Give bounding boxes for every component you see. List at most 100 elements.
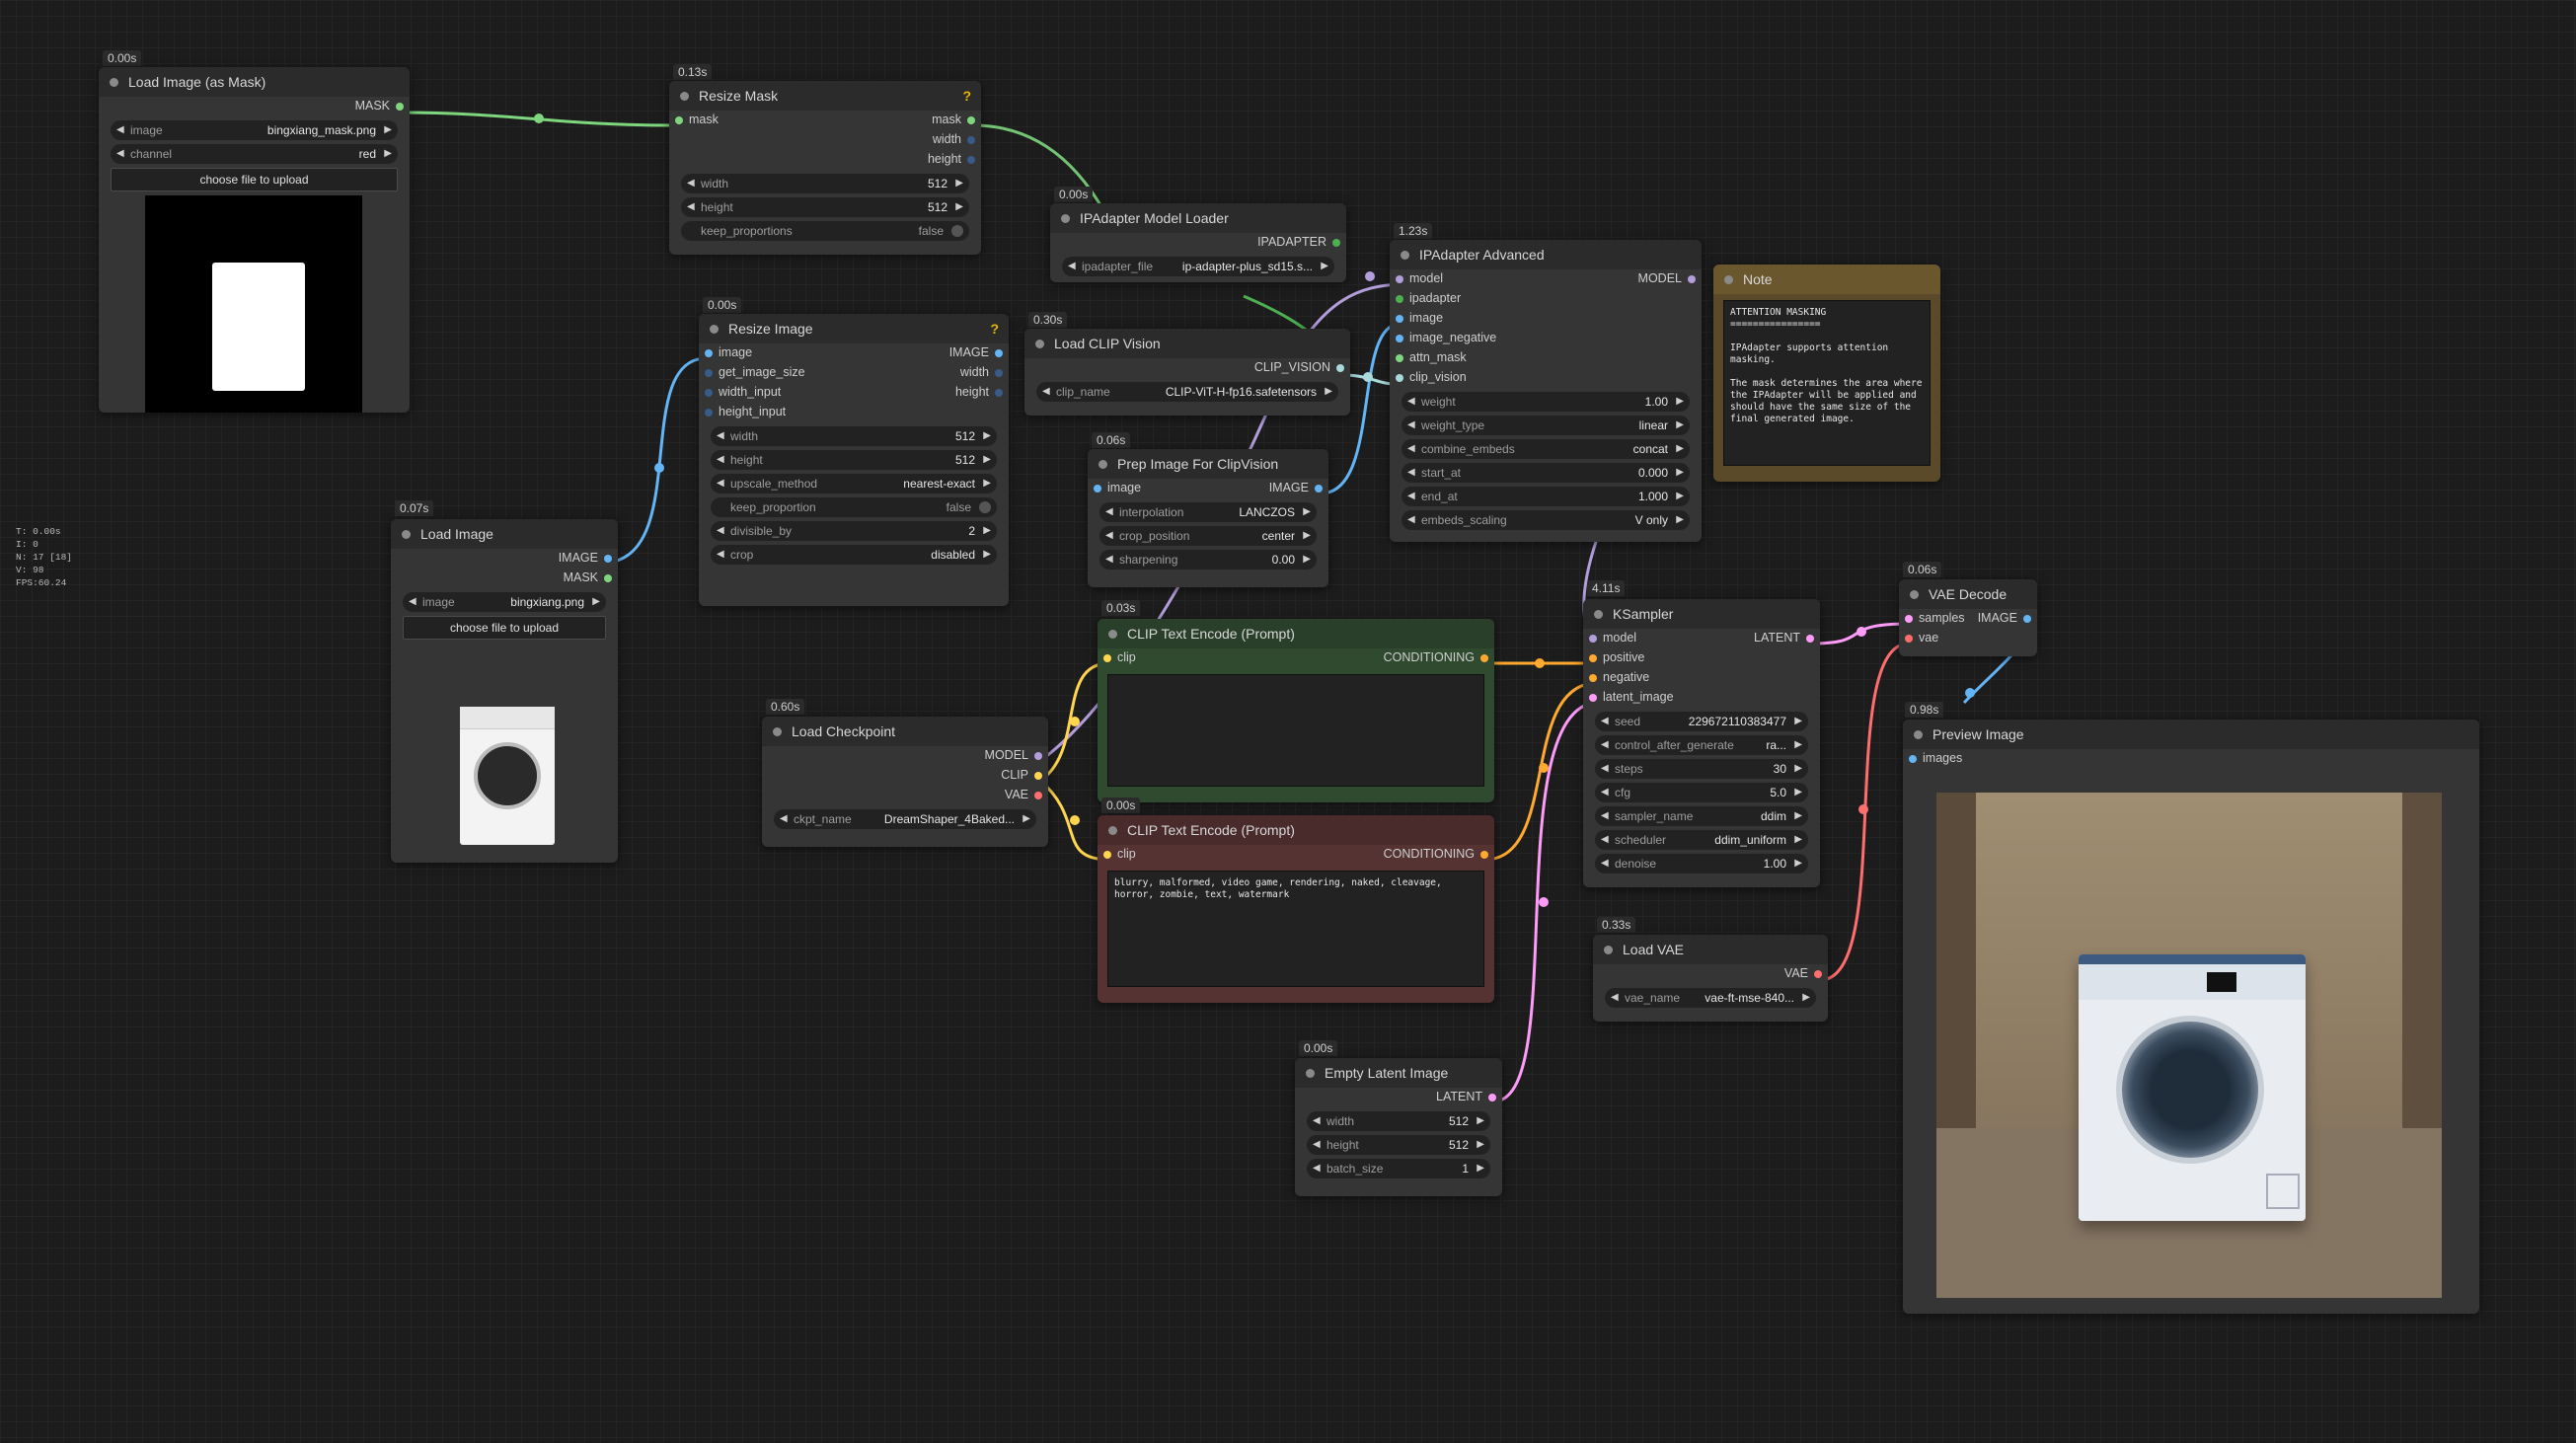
arrow-right-icon[interactable]: ▶ [1477,1135,1484,1155]
slot-dot[interactable] [396,103,404,111]
arrow-left-icon[interactable]: ◀ [1313,1159,1321,1178]
widget-scheduler[interactable]: ◀ scheduler ddim_uniform ▶ [1595,830,1808,850]
collapse-dot[interactable] [1099,460,1107,469]
slot-dot[interactable] [1034,752,1042,760]
node-title[interactable]: VAE Decode [1899,579,2037,609]
arrow-left-icon[interactable]: ◀ [116,120,124,140]
widget-image[interactable]: ◀ image bingxiang.png ▶ [403,592,606,612]
node-vae-decode[interactable]: VAE Decode samples IMAGE vae [1899,579,2037,656]
output-slot-vae[interactable]: VAE [1593,964,1828,984]
slot-dot[interactable] [1909,755,1917,763]
arrow-left-icon[interactable]: ◀ [1407,439,1415,459]
collapse-dot[interactable] [1108,826,1117,835]
widget-sampler-name[interactable]: ◀ sampler_name ddim ▶ [1595,806,1808,826]
arrow-right-icon[interactable]: ▶ [1794,806,1802,826]
arrow-right-icon[interactable]: ▶ [983,521,991,541]
node-title[interactable]: CLIP Text Encode (Prompt) [1098,815,1494,845]
output-slot-mask[interactable]: MASK [391,569,618,588]
output-slot-clip[interactable]: CLIP [762,766,1048,786]
slot-dot[interactable] [1396,354,1403,362]
widget-cfg[interactable]: ◀ cfg 5.0 ▶ [1595,783,1808,802]
slot-dot[interactable] [1589,654,1597,662]
arrow-right-icon[interactable]: ▶ [1794,854,1802,873]
arrow-left-icon[interactable]: ◀ [1601,735,1609,755]
node-title[interactable]: IPAdapter Advanced [1390,240,1702,269]
arrow-left-icon[interactable]: ◀ [1601,806,1609,826]
slot-dot[interactable] [2023,615,2031,623]
collapse-dot[interactable] [680,92,689,101]
arrow-left-icon[interactable]: ◀ [116,144,124,164]
arrow-left-icon[interactable]: ◀ [1407,463,1415,483]
slot-dot[interactable] [705,369,713,377]
collapse-dot[interactable] [1910,590,1919,599]
arrow-left-icon[interactable]: ◀ [1601,783,1609,802]
slot-dot[interactable] [995,369,1003,377]
slot-dot[interactable] [967,156,975,164]
arrow-left-icon[interactable]: ◀ [687,174,695,193]
widget-height[interactable]: ◀ height 512 ▶ [681,197,969,217]
arrow-left-icon[interactable]: ◀ [1313,1135,1321,1155]
arrow-left-icon[interactable]: ◀ [1601,759,1609,779]
upload-button[interactable]: choose file to upload [111,168,398,191]
arrow-right-icon[interactable]: ▶ [1676,510,1684,530]
node-load-checkpoint[interactable]: Load Checkpoint MODEL CLIP VAE ◀ ckpt_nam… [762,717,1048,847]
node-title[interactable]: Preview Image [1903,720,2479,749]
slot-dot[interactable] [1034,792,1042,799]
arrow-right-icon[interactable]: ▶ [983,426,991,446]
widget-width[interactable]: ◀ width 512 ▶ [1307,1111,1490,1131]
widget-keep-proportion[interactable]: keep_proportion false [711,497,997,517]
widget-control-after-generate[interactable]: ◀ control_after_generate ra... ▶ [1595,735,1808,755]
widget-denoise[interactable]: ◀ denoise 1.00 ▶ [1595,854,1808,873]
node-ksampler[interactable]: KSampler model LATENT positive negative l… [1583,599,1820,887]
node-title[interactable]: IPAdapter Model Loader [1050,203,1346,233]
arrow-right-icon[interactable]: ▶ [1303,502,1311,522]
widget-crop[interactable]: ◀ crop disabled ▶ [711,545,997,565]
node-load-image[interactable]: Load Image IMAGE MASK ◀ image bingxiang.pn… [391,519,618,863]
widget-steps[interactable]: ◀ steps 30 ▶ [1595,759,1808,779]
node-resize-image[interactable]: Resize Image? image IMAGE get_image_size w… [699,314,1009,606]
widget-clip-name[interactable]: ◀ clip_name CLIP-ViT-H-fp16.safetensors ▶ [1036,382,1338,402]
arrow-left-icon[interactable]: ◀ [1407,510,1415,530]
widget-image[interactable]: ◀ image bingxiang_mask.png ▶ [111,120,398,140]
output-slot-model[interactable]: MODEL [762,746,1048,766]
slot-dot[interactable] [675,116,683,124]
widget-combine-embeds[interactable]: ◀ combine_embeds concat ▶ [1402,439,1690,459]
arrow-right-icon[interactable]: ▶ [983,474,991,494]
output-slot-mask[interactable]: MASK [99,97,410,116]
node-clip-text-encode-positive[interactable]: CLIP Text Encode (Prompt) clip CONDITIONI… [1098,619,1494,802]
arrow-right-icon[interactable]: ▶ [1794,759,1802,779]
widget-divisible-by[interactable]: ◀ divisible_by 2 ▶ [711,521,997,541]
slot-dot[interactable] [1103,851,1111,859]
collapse-dot[interactable] [1594,610,1603,619]
slot-dot[interactable] [1332,239,1340,247]
slot-dot[interactable] [1814,970,1822,978]
output-slot-image[interactable]: IMAGE [391,549,618,569]
arrow-left-icon[interactable]: ◀ [717,450,724,470]
arrow-left-icon[interactable]: ◀ [1601,830,1609,850]
slot-dot[interactable] [1094,485,1101,493]
node-preview-image[interactable]: Preview Image images [1903,720,2479,1314]
arrow-left-icon[interactable]: ◀ [1601,854,1609,873]
slot-dot[interactable] [1688,275,1696,283]
arrow-left-icon[interactable]: ◀ [717,474,724,494]
arrow-left-icon[interactable]: ◀ [1105,550,1113,570]
node-prep-image-clipvision[interactable]: Prep Image For ClipVision image IMAGE ◀ in… [1088,449,1328,587]
arrow-right-icon[interactable]: ▶ [1303,550,1311,570]
arrow-left-icon[interactable]: ◀ [1105,502,1113,522]
widget-width[interactable]: ◀ width 512 ▶ [711,426,997,446]
arrow-right-icon[interactable]: ▶ [983,450,991,470]
arrow-right-icon[interactable]: ▶ [1794,735,1802,755]
slot-dot[interactable] [1589,635,1597,643]
slot-dot[interactable] [1034,772,1042,780]
upload-button[interactable]: choose file to upload [403,616,606,640]
slot-dot[interactable] [1396,335,1403,342]
slot-dot[interactable] [1806,635,1814,643]
node-title[interactable]: KSampler [1583,599,1820,629]
arrow-right-icon[interactable]: ▶ [983,545,991,565]
slot-dot[interactable] [995,389,1003,397]
node-load-image-mask[interactable]: Load Image (as Mask) MASK ◀ image bingxian… [99,67,410,413]
widget-sharpening[interactable]: ◀ sharpening 0.00 ▶ [1099,550,1317,570]
collapse-dot[interactable] [710,325,719,334]
widget-ipadapter-file[interactable]: ◀ ipadapter_file ip-adapter-plus_sd15.s...… [1062,257,1334,276]
collapse-dot[interactable] [1914,730,1923,739]
